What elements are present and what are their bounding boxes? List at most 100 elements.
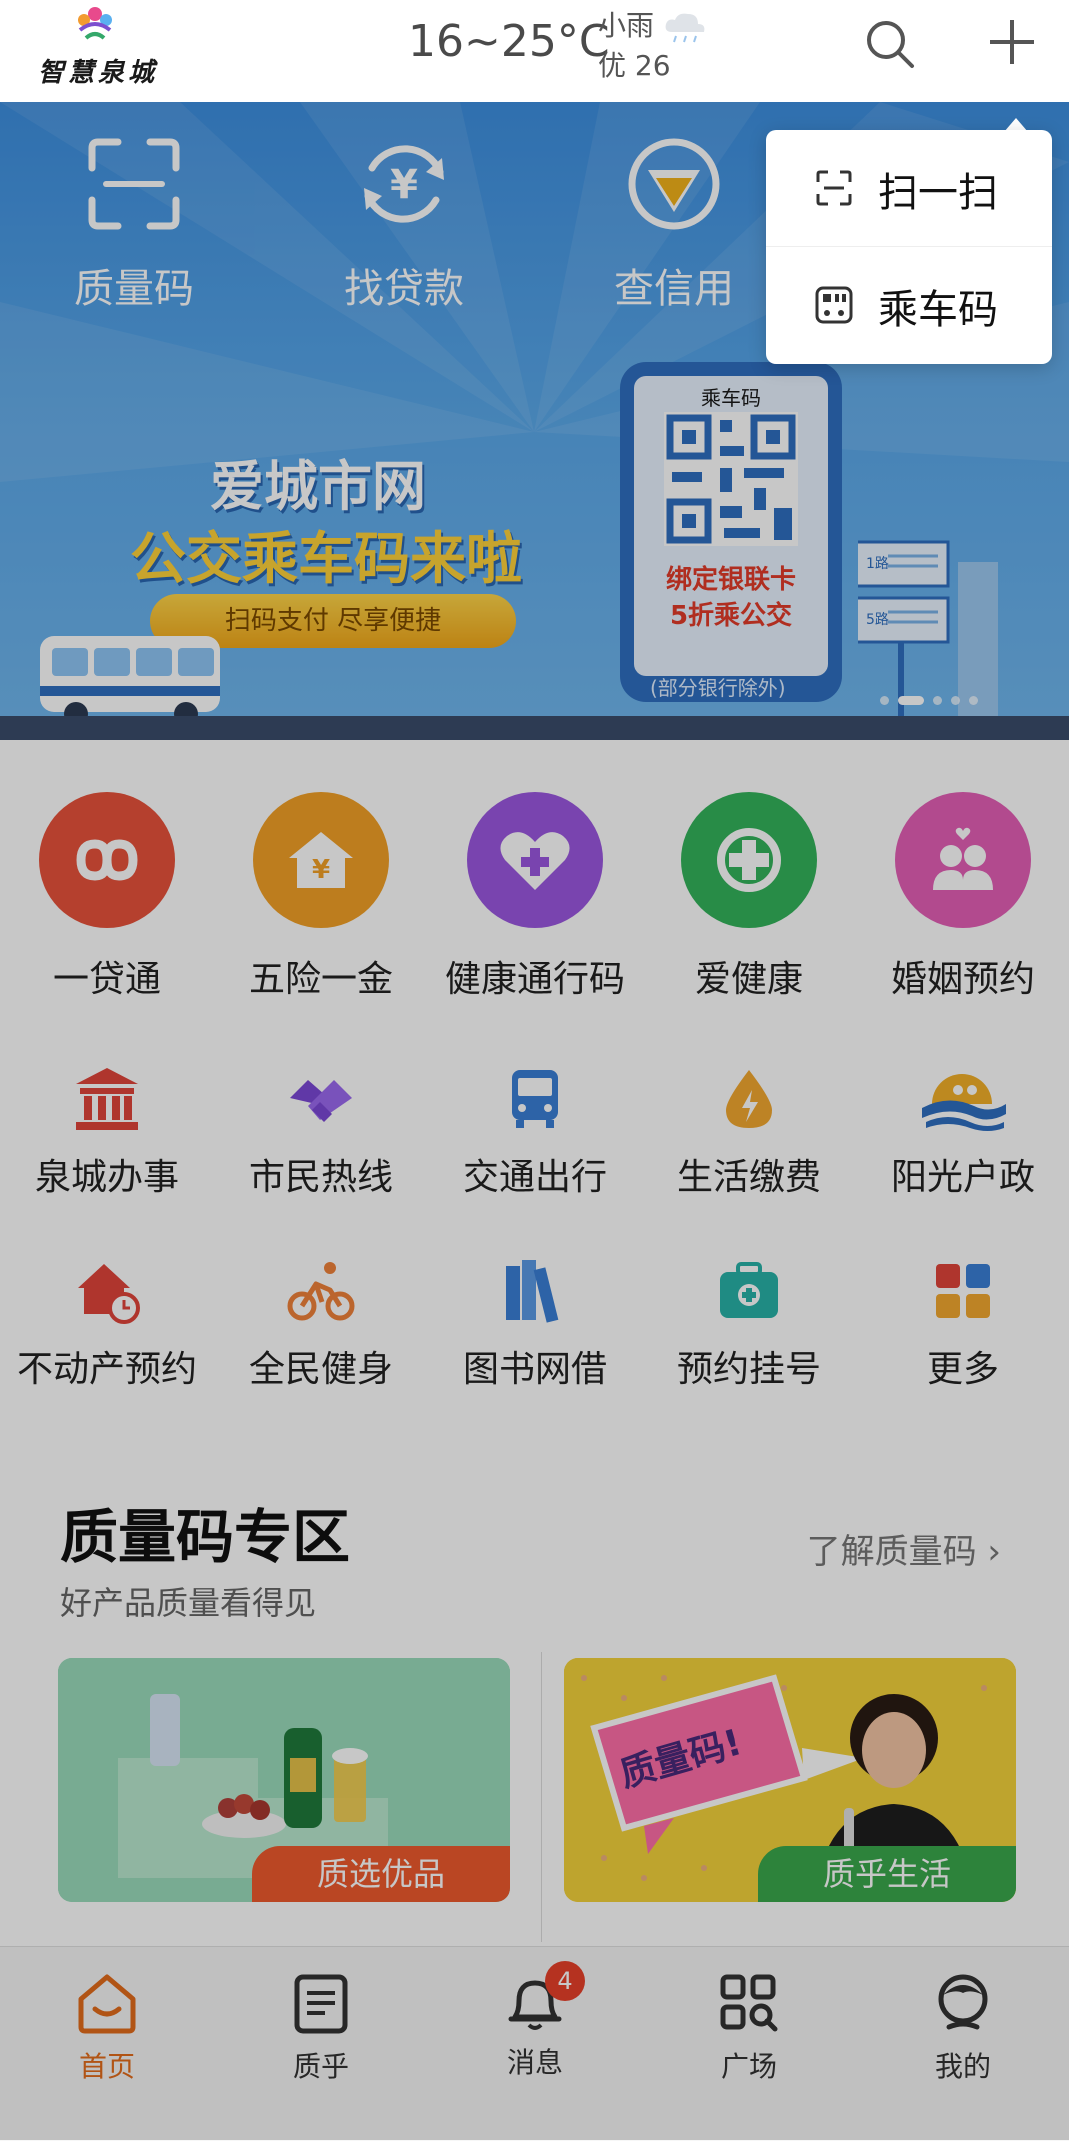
- promo-tag: 质乎生活: [758, 1846, 1016, 1902]
- service-label: 生活缴费: [676, 1157, 821, 1198]
- more-grid-icon: [936, 1264, 990, 1318]
- carousel-dot: [951, 696, 960, 705]
- bottom-navigation: 首页 质乎 4 消息 广场 我的: [0, 1946, 1069, 2141]
- quick-label: 找贷款: [344, 266, 464, 312]
- medical-kit-icon: [720, 1262, 778, 1318]
- plus-popup-menu: 扫一扫 乘车码: [766, 130, 1052, 364]
- bus-code-icon: [815, 286, 853, 324]
- link-label: 了解质量码: [806, 1532, 977, 1572]
- service-household-registration[interactable]: 阳光户政: [856, 1064, 1069, 1200]
- house-yuan-icon: ¥: [289, 832, 353, 888]
- quick-label: 质量码: [74, 266, 194, 312]
- quick-check-credit[interactable]: 查信用: [574, 132, 774, 314]
- banner-title-line2: 公交乘车码来啦: [130, 527, 522, 592]
- profile-icon: [938, 1974, 988, 2030]
- banner-title-line1: 爱城市网: [210, 455, 426, 518]
- loan-link-icon: [76, 839, 138, 881]
- service-hotline[interactable]: 市民热线: [214, 1064, 428, 1200]
- service-library[interactable]: 图书网借: [428, 1256, 642, 1392]
- service-label: 交通出行: [462, 1157, 607, 1198]
- nav-zhihu[interactable]: 质乎: [214, 1971, 428, 2085]
- service-icon-bg: [467, 792, 603, 928]
- service-label: 市民热线: [248, 1157, 393, 1198]
- grid-search-icon: [720, 1974, 778, 2032]
- phone-title: 乘车码: [701, 386, 761, 410]
- top-bar: 智慧泉城 16~25°C 小雨 优 26: [0, 0, 1069, 102]
- nav-messages[interactable]: 4 消息: [428, 1961, 642, 2081]
- service-city-affairs[interactable]: 泉城办事: [0, 1064, 214, 1200]
- svg-text:¥: ¥: [312, 855, 330, 885]
- service-transport[interactable]: 交通出行: [428, 1064, 642, 1200]
- quick-quality-code[interactable]: 质量码: [34, 132, 234, 314]
- quality-zone-subtitle: 好产品质量看得见: [60, 1584, 317, 1622]
- carousel-dot: [880, 696, 889, 705]
- carousel-indicator: [880, 690, 987, 709]
- promo-selected-goods[interactable]: 质选优品: [58, 1658, 510, 1902]
- bell-wrapper: 4: [503, 1961, 585, 2035]
- unread-badge: 4: [545, 1961, 585, 2001]
- services-row-3: 不动产预约 全民健身 图书网借 预约挂号 更多: [0, 1256, 1069, 1446]
- service-label: 图书网借: [462, 1349, 607, 1390]
- service-label: 爱健康: [694, 959, 803, 1000]
- menu-label: 乘车码: [878, 287, 998, 333]
- banner-footnote: (部分银行除外): [650, 676, 786, 700]
- logo-text: 智慧泉城: [38, 58, 159, 88]
- nav-plaza[interactable]: 广场: [642, 1971, 856, 2085]
- rain-cloud-icon: [665, 13, 705, 43]
- temperature: 16~25°C: [408, 16, 610, 67]
- nav-label: 消息: [506, 2046, 563, 2079]
- phone-illustration: 乘车码 绑定银联卡 5折乘公交: [620, 362, 842, 702]
- service-appointment[interactable]: 预约挂号: [642, 1256, 856, 1392]
- service-label: 婚姻预约: [890, 959, 1035, 1000]
- promo-quality-life[interactable]: 质量码! 质乎生活: [564, 1658, 1016, 1902]
- service-icon-bg: [681, 792, 817, 928]
- service-label: 预约挂号: [676, 1349, 821, 1390]
- scan-frame-icon: [88, 138, 180, 230]
- carousel-dot: [933, 696, 942, 705]
- logo-flower-icon: [78, 7, 112, 40]
- menu-item-bus-code[interactable]: 乘车码: [766, 247, 1052, 363]
- service-marriage[interactable]: 婚姻预约: [856, 792, 1069, 1002]
- yuan-cycle-icon: ¥: [364, 145, 444, 223]
- service-label: 泉城办事: [34, 1157, 179, 1198]
- government-building-icon: [76, 1068, 138, 1130]
- handshake-icon: [290, 1080, 352, 1122]
- service-loan[interactable]: 一贷通: [0, 792, 214, 1002]
- couple-icon: [933, 827, 993, 890]
- nav-profile[interactable]: 我的: [856, 1971, 1069, 2085]
- menu-item-scan[interactable]: 扫一扫: [766, 130, 1052, 246]
- service-real-estate[interactable]: 不动产预约: [0, 1256, 214, 1392]
- nav-label: 广场: [720, 2050, 777, 2083]
- primary-services: 一贷通 ¥ 五险一金 健康通行码 爱健康 婚姻预约: [0, 792, 1069, 1000]
- nav-label: 首页: [78, 2050, 135, 2083]
- service-icon-bg: [895, 792, 1031, 928]
- service-label: 阳光户政: [890, 1157, 1035, 1198]
- divider: [541, 1652, 542, 1942]
- health-cross-icon: [717, 828, 781, 892]
- nav-label: 我的: [934, 2050, 991, 2083]
- service-label: 更多: [926, 1349, 999, 1390]
- road: [0, 716, 1069, 740]
- service-icon-bg: [39, 792, 175, 928]
- service-utility-payment[interactable]: 生活缴费: [642, 1064, 856, 1200]
- learn-quality-code-link[interactable]: 了解质量码 ›: [807, 1524, 1001, 1573]
- service-label: 健康通行码: [444, 959, 625, 1000]
- service-love-health[interactable]: 爱健康: [642, 792, 856, 1002]
- service-label: 五险一金: [248, 959, 393, 1000]
- home-icon: [78, 1974, 136, 2034]
- service-more[interactable]: 更多: [856, 1256, 1069, 1392]
- house-clock-icon: [78, 1264, 140, 1324]
- phone-screen: 乘车码 绑定银联卡 5折乘公交: [634, 376, 828, 676]
- quick-find-loan[interactable]: ¥ 找贷款: [304, 132, 504, 314]
- phone-promo-line1: 绑定银联卡: [665, 565, 796, 595]
- app-logo: 智慧泉城: [30, 0, 160, 96]
- menu-label: 扫一扫: [878, 170, 998, 216]
- service-insurance-fund[interactable]: ¥ 五险一金: [214, 792, 428, 1002]
- service-health-pass[interactable]: 健康通行码: [428, 792, 642, 1002]
- quality-zone-card: 质量码专区 好产品质量看得见 了解质量码 › 质选优品 质量码! 质乎生活: [28, 1442, 1041, 1962]
- books-icon: [506, 1260, 559, 1323]
- search-icon[interactable]: [862, 16, 918, 72]
- plus-icon[interactable]: [986, 16, 1038, 68]
- nav-home[interactable]: 首页: [0, 1971, 214, 2085]
- service-fitness[interactable]: 全民健身: [214, 1256, 428, 1392]
